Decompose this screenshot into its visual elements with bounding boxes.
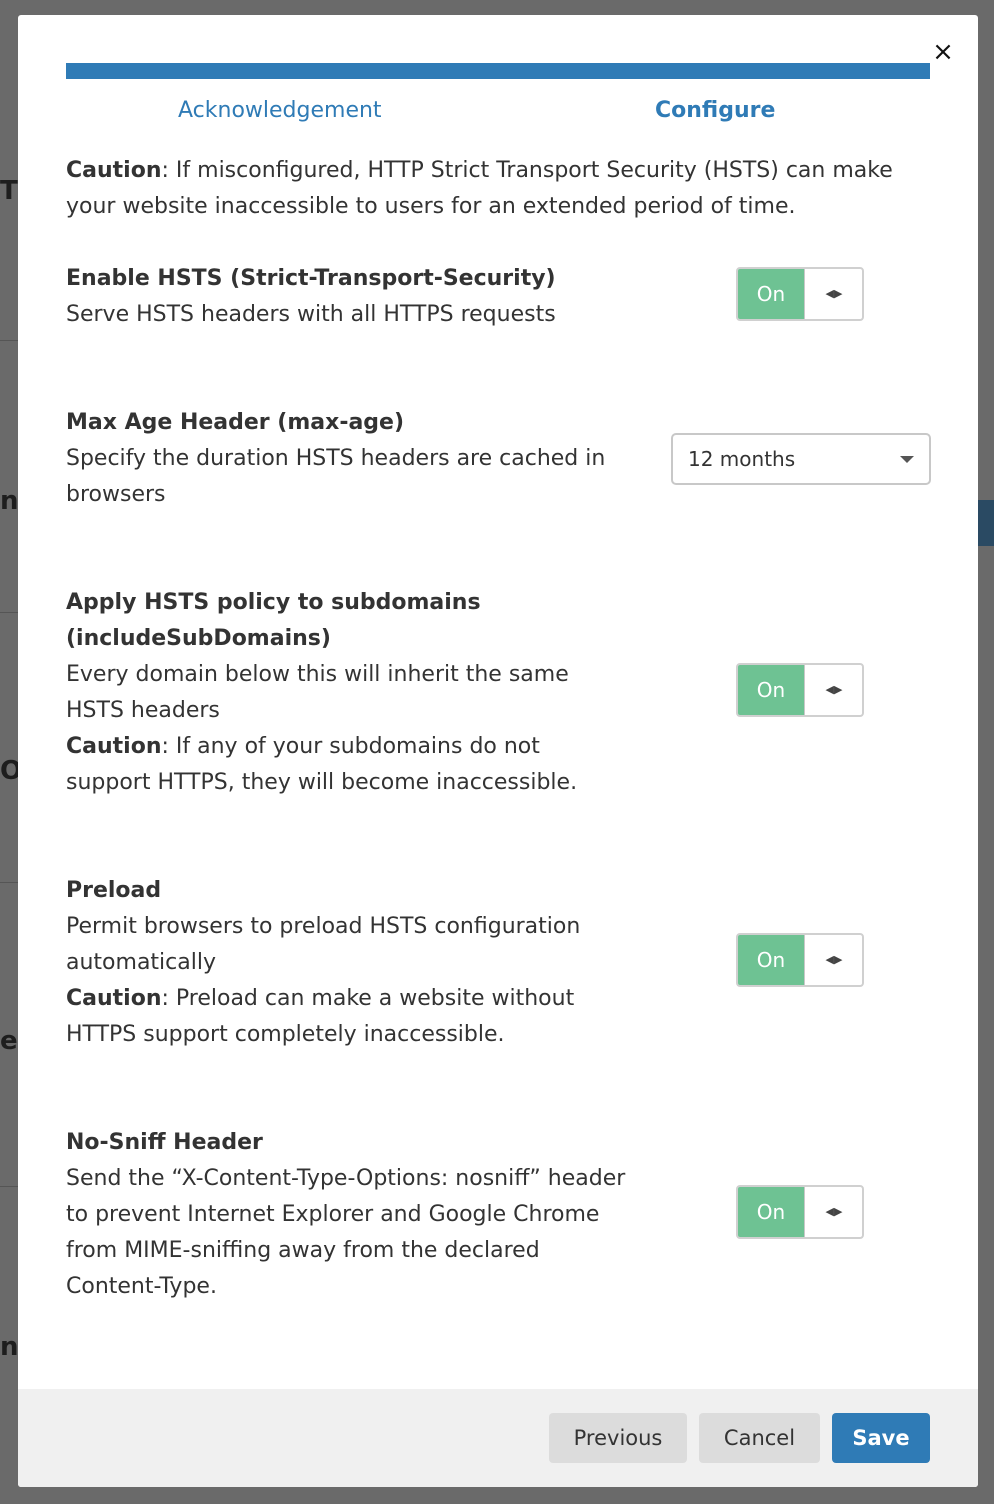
max-age-select[interactable]: 12 months: [671, 433, 931, 485]
setting-description: Send the “X-Content-Type-Options: nosnif…: [66, 1166, 626, 1299]
setting-max-age: Max Age Header (max-age) Specify the dur…: [66, 405, 626, 513]
nosniff-toggle[interactable]: On ◀▶: [736, 1185, 864, 1239]
toggle-on-label: On: [738, 1187, 804, 1237]
wizard-progress-bar: [66, 63, 930, 79]
caution-text: : If misconfigured, HTTP Strict Transpor…: [66, 158, 893, 219]
save-button[interactable]: Save: [832, 1413, 930, 1463]
previous-button[interactable]: Previous: [549, 1413, 687, 1463]
preload-toggle[interactable]: On ◀▶: [736, 933, 864, 987]
hsts-config-modal: × Acknowledgement Configure Caution: If …: [18, 15, 978, 1487]
setting-title: Enable HSTS (Strict-Transport-Security): [66, 266, 556, 291]
setting-title: No-Sniff Header: [66, 1130, 263, 1155]
background-button-fragment: [978, 500, 994, 546]
toggle-handle-icon: ◀▶: [804, 1187, 862, 1237]
background-divider: [0, 1186, 20, 1187]
max-age-selected-value: 12 months: [688, 447, 796, 471]
chevron-down-icon: [900, 456, 914, 463]
toggle-handle-icon: ◀▶: [804, 935, 862, 985]
close-icon[interactable]: ×: [930, 39, 956, 65]
caution-label: Caution: [66, 158, 162, 183]
setting-description: Specify the duration HSTS headers are ca…: [66, 446, 606, 507]
setting-description: Serve HSTS headers with all HTTPS reques…: [66, 302, 556, 327]
setting-nosniff: No-Sniff Header Send the “X-Content-Type…: [66, 1125, 626, 1305]
background-text-fragment: T: [0, 176, 18, 206]
setting-description: Permit browsers to preload HSTS configur…: [66, 914, 581, 975]
setting-caution: Caution: If any of your subdomains do no…: [66, 729, 626, 801]
setting-enable-hsts: Enable HSTS (Strict-Transport-Security) …: [66, 261, 626, 333]
background-text-fragment: n: [0, 1332, 19, 1362]
setting-title: Max Age Header (max-age): [66, 410, 405, 435]
background-text-fragment: n: [0, 486, 19, 516]
cancel-button[interactable]: Cancel: [699, 1413, 820, 1463]
background-text-fragment: e: [0, 1026, 18, 1056]
toggle-on-label: On: [738, 269, 804, 319]
caution-message: Caution: If misconfigured, HTTP Strict T…: [66, 153, 932, 225]
step-configure[interactable]: Configure: [655, 95, 775, 127]
setting-title: Apply HSTS policy to subdomains (include…: [66, 590, 481, 651]
setting-preload: Preload Permit browsers to preload HSTS …: [66, 873, 626, 1053]
step-acknowledgement[interactable]: Acknowledgement: [178, 95, 382, 127]
modal-footer: Previous Cancel Save: [18, 1389, 978, 1487]
setting-title: Preload: [66, 878, 162, 903]
caution-label: Caution: [66, 986, 162, 1011]
setting-include-subdomains: Apply HSTS policy to subdomains (include…: [66, 585, 626, 801]
setting-description: Every domain below this will inherit the…: [66, 662, 569, 723]
background-divider: [0, 340, 20, 341]
setting-caution: Caution: Preload can make a website with…: [66, 981, 626, 1053]
toggle-on-label: On: [738, 665, 804, 715]
caution-label: Caution: [66, 734, 162, 759]
background-divider: [0, 612, 20, 613]
include-subdomains-toggle[interactable]: On ◀▶: [736, 663, 864, 717]
toggle-on-label: On: [738, 935, 804, 985]
enable-hsts-toggle[interactable]: On ◀▶: [736, 267, 864, 321]
background-divider: [0, 882, 20, 883]
toggle-handle-icon: ◀▶: [804, 269, 862, 319]
toggle-handle-icon: ◀▶: [804, 665, 862, 715]
